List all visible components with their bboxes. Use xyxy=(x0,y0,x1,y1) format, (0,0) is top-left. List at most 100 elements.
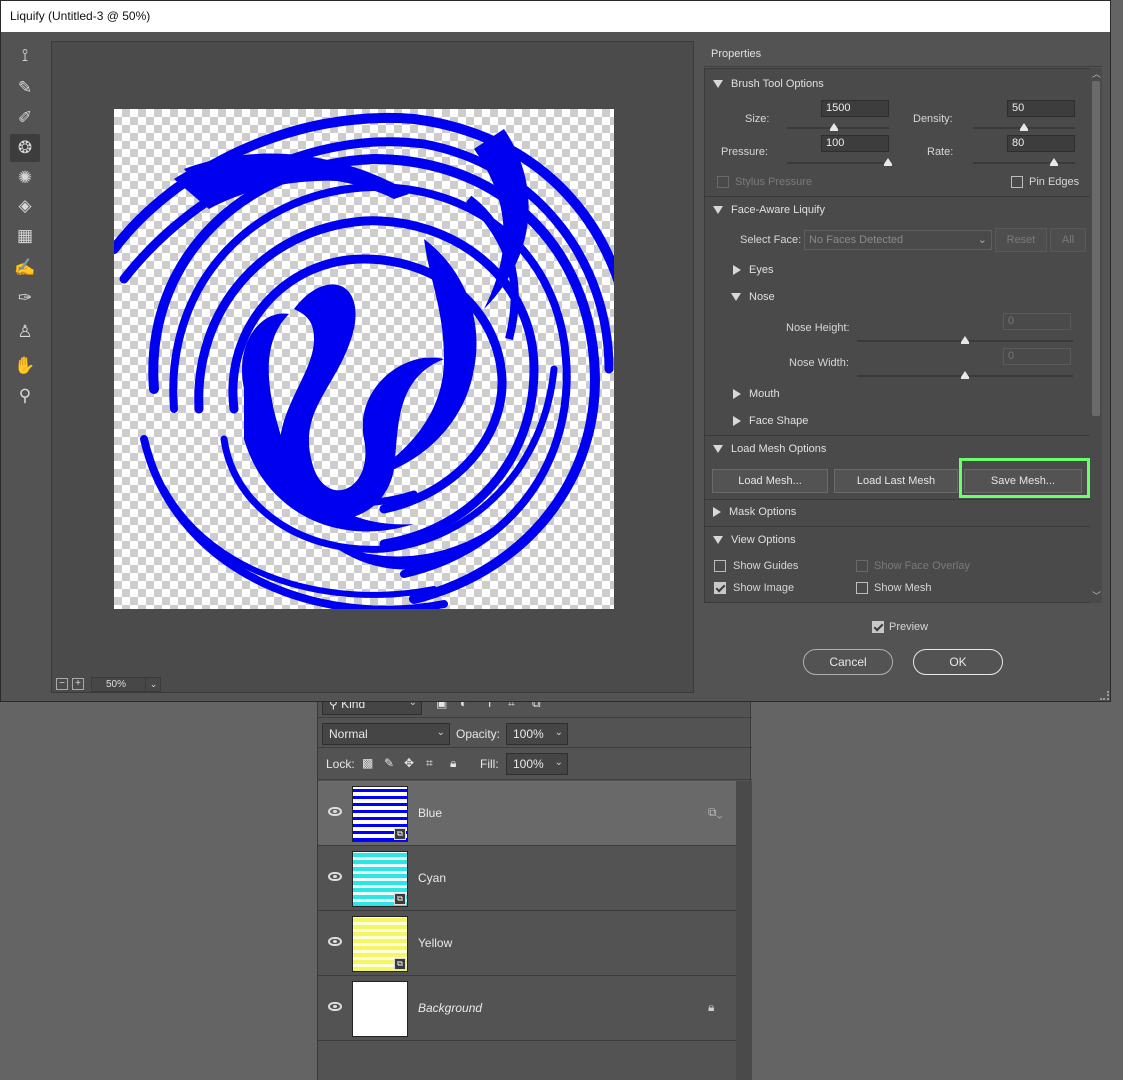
nose-width-value: 0 xyxy=(1008,350,1015,362)
rate-slider-knob[interactable] xyxy=(1050,158,1058,166)
cancel-label: Cancel xyxy=(829,655,867,669)
blend-row: Normal ⌄ Opacity: 100% ⌄ xyxy=(318,720,752,748)
select-face-label: Select Face: xyxy=(740,234,802,246)
density-slider-knob[interactable] xyxy=(1020,123,1028,131)
load-mesh-button[interactable]: Load Mesh... xyxy=(712,469,828,493)
section-title: Load Mesh Options xyxy=(731,443,827,455)
twirl-clockwise-icon[interactable]: ❂ xyxy=(10,134,40,162)
lock-position-icon[interactable]: ✥ xyxy=(404,756,414,770)
pucker-icon[interactable]: ✺ xyxy=(10,164,40,192)
face-shape-header[interactable]: Face Shape xyxy=(733,415,808,427)
pressure-slider[interactable] xyxy=(787,162,889,164)
opacity-field[interactable]: 100% ⌄ xyxy=(506,723,568,745)
stylus-pressure-checkbox[interactable] xyxy=(717,176,729,188)
zoom-control: − + 50% ⌄ xyxy=(53,676,283,694)
visibility-eye-icon[interactable] xyxy=(328,872,342,881)
reconstruct-icon[interactable]: ✎ xyxy=(10,74,40,102)
opacity-label: Opacity: xyxy=(456,727,501,741)
all-faces-button[interactable]: All xyxy=(1050,228,1086,252)
select-face-dropdown[interactable]: No Faces Detected ⌄ xyxy=(804,230,992,250)
pin-edges-label: Pin Edges xyxy=(1029,176,1080,188)
properties-header: Properties xyxy=(704,41,1102,67)
lock-all-icon[interactable]: 🔒︎ xyxy=(450,756,456,771)
push-left-icon[interactable]: ▦ xyxy=(10,222,40,250)
rate-value: 80 xyxy=(1012,137,1025,149)
cancel-button[interactable]: Cancel xyxy=(803,649,893,675)
pressure-slider-knob[interactable] xyxy=(884,158,892,166)
visibility-eye-icon[interactable] xyxy=(328,937,342,946)
lock-artboard-icon[interactable]: ⌗ xyxy=(426,756,433,771)
lock-image-icon[interactable]: ✎ xyxy=(384,756,394,770)
select-face-value: No Faces Detected xyxy=(809,234,904,246)
show-image-label: Show Image xyxy=(733,582,795,594)
show-image-checkbox[interactable] xyxy=(714,582,726,594)
bloat-icon[interactable]: ◈ xyxy=(10,192,40,220)
preview-checkbox[interactable] xyxy=(872,621,884,633)
face-aware-liquify-header[interactable]: Face-Aware Liquify xyxy=(713,204,825,216)
chevron-down-icon: ⌄ xyxy=(554,757,563,768)
brush-tool-options-header[interactable]: Brush Tool Options xyxy=(713,78,824,90)
nose-height-input[interactable]: 0 xyxy=(1003,313,1071,330)
nose-header[interactable]: Nose xyxy=(731,291,775,303)
smart-object-icon: ⧉ xyxy=(394,893,406,905)
lock-transparent-icon[interactable]: ▩ xyxy=(362,756,373,770)
chevron-down-icon[interactable]: ⌄ xyxy=(145,677,161,692)
preview-image[interactable] xyxy=(114,109,614,609)
mouth-header[interactable]: Mouth xyxy=(733,388,780,400)
blend-mode-dropdown[interactable]: Normal ⌄ xyxy=(322,723,450,745)
ok-button[interactable]: OK xyxy=(913,649,1003,675)
scrollbar-thumb[interactable] xyxy=(1092,81,1100,416)
scroll-up-icon[interactable]: ︿ xyxy=(1092,67,1101,80)
visibility-eye-icon[interactable] xyxy=(328,1002,342,1011)
layer-name: Blue xyxy=(418,806,443,820)
zoom-out-button[interactable]: − xyxy=(56,678,68,690)
size-slider-knob[interactable] xyxy=(830,123,838,131)
zoom-in-button[interactable]: + xyxy=(72,678,84,690)
thaw-mask-icon[interactable]: ✑ xyxy=(10,284,40,312)
reset-face-button[interactable]: Reset xyxy=(995,228,1047,252)
layer-row-background[interactable]: Background 🔒︎ xyxy=(318,976,736,1041)
smooth-icon[interactable]: ✐ xyxy=(10,104,40,132)
nose-width-input[interactable]: 0 xyxy=(1003,348,1071,365)
all-label: All xyxy=(1061,234,1075,246)
zoom-value: 50% xyxy=(106,679,127,690)
layer-row-cyan[interactable]: ⧉ Cyan xyxy=(318,846,736,911)
nose-width-slider-knob[interactable] xyxy=(961,371,969,379)
freeze-mask-icon[interactable]: ✍ xyxy=(10,254,40,282)
show-guides-checkbox[interactable] xyxy=(714,560,726,572)
size-slider[interactable] xyxy=(787,127,889,129)
rate-slider[interactable] xyxy=(973,162,1075,164)
preview-label: Preview xyxy=(889,621,929,633)
opacity-value: 100% xyxy=(513,727,544,741)
density-input[interactable]: 50 xyxy=(1007,100,1075,117)
layer-row-yellow[interactable]: ⧉ Yellow xyxy=(318,911,736,976)
rate-input[interactable]: 80 xyxy=(1007,135,1075,152)
view-options-header[interactable]: View Options xyxy=(713,534,796,546)
resize-grip[interactable] xyxy=(1100,691,1109,700)
pin-edges-checkbox[interactable] xyxy=(1011,176,1023,188)
face-tool-icon[interactable]: ♙ xyxy=(10,318,40,346)
fill-field[interactable]: 100% ⌄ xyxy=(506,753,568,775)
zoom-icon[interactable]: ⚲ xyxy=(10,382,40,410)
hand-icon[interactable]: ✋ xyxy=(10,352,40,380)
dialog-title: Liquify (Untitled-3 @ 50%) xyxy=(1,1,1110,32)
scroll-down-icon[interactable]: ﹀ xyxy=(1092,589,1101,602)
layers-scrollbar[interactable] xyxy=(736,781,752,1080)
show-mesh-checkbox[interactable] xyxy=(856,582,868,594)
load-mesh-options-header[interactable]: Load Mesh Options xyxy=(713,443,826,455)
load-last-mesh-button[interactable]: Load Last Mesh xyxy=(834,469,958,493)
forward-warp-icon[interactable]: ⟟ xyxy=(10,42,40,70)
show-face-overlay-checkbox[interactable] xyxy=(856,560,868,572)
pressure-input[interactable]: 100 xyxy=(821,135,889,152)
nose-height-slider-knob[interactable] xyxy=(961,336,969,344)
layer-row-blue[interactable]: ⧉ Blue ⧉⌄ xyxy=(318,781,736,846)
disclosure-right-icon xyxy=(713,507,721,518)
eyes-header[interactable]: Eyes xyxy=(733,264,773,276)
visibility-eye-icon[interactable] xyxy=(328,807,342,816)
reset-label: Reset xyxy=(1006,234,1036,246)
disclosure-down-icon xyxy=(713,80,723,89)
mask-options-header[interactable]: Mask Options xyxy=(713,506,796,518)
section-title: Eyes xyxy=(749,264,774,276)
size-input[interactable]: 1500 xyxy=(821,100,889,117)
link-clip-icon: ⧉⌄ xyxy=(708,805,723,819)
